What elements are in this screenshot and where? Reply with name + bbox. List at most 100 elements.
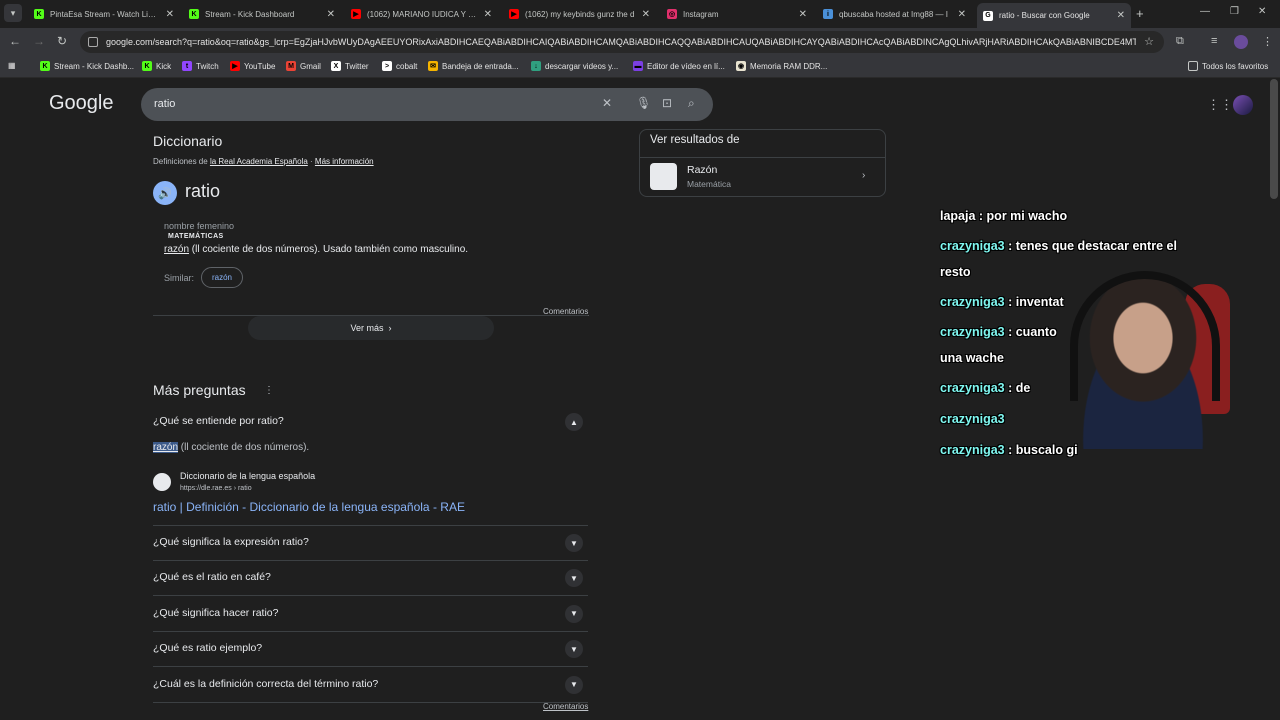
bookmark-favicon-icon: ↓ — [531, 61, 541, 71]
google-logo[interactable]: Google — [49, 92, 114, 115]
voice-search-icon[interactable]: 🎙 — [636, 96, 651, 110]
bookmark-item[interactable]: K Kick — [142, 61, 171, 71]
browser-tab[interactable]: ◎ Instagram ✕ — [661, 3, 813, 25]
answer-source-name[interactable]: Diccionario de la lengua española — [180, 471, 315, 481]
browser-tab[interactable]: ▶ (1062) MARIANO IUDICA Y LA ✕ — [345, 3, 498, 25]
chat-username: crazyniga3 — [940, 412, 1005, 426]
chat-text: una wache — [940, 351, 1004, 365]
close-tab-icon[interactable]: ✕ — [799, 9, 807, 20]
paa-question[interactable]: ¿Qué significa hacer ratio? ▼ — [153, 597, 588, 632]
bookmark-item[interactable]: ◉ Memoria RAM DDR... — [736, 61, 827, 71]
lens-icon[interactable]: ⊡ — [662, 96, 672, 110]
close-tab-icon[interactable]: ✕ — [327, 9, 335, 20]
browser-tab[interactable]: Gratio - Buscar con Google ✕ — [977, 3, 1131, 28]
paa-question[interactable]: ¿Qué es ratio ejemplo? ▼ — [153, 632, 588, 668]
chevron-right-icon[interactable]: › — [862, 170, 865, 181]
media-controls-icon[interactable]: ≡ — [1211, 35, 1217, 47]
bookmark-label: Twitch — [196, 61, 219, 71]
tab-favicon-icon: ▶ — [351, 9, 361, 19]
search-box[interactable]: ratio ✕ 🎙 ⊡ ⌕ — [141, 88, 713, 121]
browser-tab[interactable]: K Stream - Kick Dashboard ✕ — [183, 3, 341, 25]
profile-avatar[interactable] — [1234, 35, 1248, 49]
tab-favicon-icon: K — [189, 9, 199, 19]
bookmark-item[interactable]: ▶ YouTube — [230, 61, 275, 71]
bookmark-item[interactable]: ▬ Editor de vídeo en lí... — [633, 61, 725, 71]
definition-link[interactable]: razón — [164, 244, 189, 255]
more-info-link[interactable]: Más información — [315, 157, 374, 166]
answer-source-link[interactable]: ratio | Definición - Diccionario de la l… — [153, 500, 465, 514]
tab-search-menu-icon[interactable]: ▾ — [4, 4, 22, 22]
bookmark-item[interactable]: M Gmail — [286, 61, 321, 71]
close-tab-icon[interactable]: ✕ — [166, 9, 174, 20]
restore-icon[interactable]: ❐ — [1230, 6, 1239, 17]
bookmark-favicon-icon: ◉ — [736, 61, 746, 71]
reload-icon[interactable]: ↻ — [57, 34, 67, 48]
chevron-down-icon[interactable]: ▼ — [565, 534, 583, 552]
minimize-icon[interactable]: — — [1200, 6, 1210, 17]
url-text[interactable]: google.com/search?q=ratio&oq=ratio&gs_lc… — [106, 37, 1136, 47]
chat-username: crazyniga3 — [940, 381, 1005, 395]
browser-tab[interactable]: K PintaEsa Stream - Watch Live o ✕ — [28, 3, 180, 25]
chevron-down-icon[interactable]: ▼ — [565, 640, 583, 659]
paa-title: Más preguntas — [153, 382, 246, 398]
search-input[interactable]: ratio — [154, 98, 175, 110]
site-info-icon[interactable] — [88, 37, 98, 47]
bookmark-item[interactable]: ✉ Bandeja de entrada... — [428, 61, 519, 71]
chevron-down-icon[interactable]: ▼ — [565, 675, 583, 694]
address-bar[interactable]: google.com/search?q=ratio&oq=ratio&gs_lc… — [80, 31, 1164, 53]
new-tab-button[interactable]: + — [1136, 6, 1144, 21]
forward-icon[interactable]: → — [33, 34, 45, 48]
answer-source-url[interactable]: https://dle.rae.es › ratio — [180, 485, 252, 492]
paa-question-label: ¿Qué se entiende por ratio? — [153, 415, 284, 427]
razon-thumbnail[interactable] — [650, 163, 677, 190]
speaker-icon[interactable]: 🔊 — [153, 181, 177, 205]
browser-tab[interactable]: ▶ (1062) my keybinds gunz the d ✕ — [503, 3, 656, 25]
close-window-icon[interactable]: ✕ — [1258, 6, 1266, 17]
paa-open-question[interactable]: ¿Qué se entiende por ratio? ▲ — [153, 405, 588, 440]
chat-username: crazyniga3 — [940, 295, 1005, 309]
answer-highlight[interactable]: razón — [153, 442, 179, 453]
razon-name[interactable]: Razón — [687, 164, 717, 176]
scrollbar[interactable] — [1270, 79, 1278, 199]
rae-link[interactable]: la Real Academia Española — [210, 157, 308, 166]
back-icon[interactable]: ← — [9, 34, 21, 48]
paa-question-label: ¿Qué es el ratio en café? — [153, 571, 271, 584]
bookmark-star-icon[interactable]: ☆ — [1144, 35, 1154, 48]
bookmark-item[interactable]: K Stream - Kick Dashb... — [40, 61, 134, 71]
more-options-icon[interactable]: ⋮ — [264, 385, 274, 396]
close-tab-icon[interactable]: ✕ — [1117, 10, 1125, 21]
source-separator: · — [310, 157, 313, 166]
clear-icon[interactable]: ✕ — [602, 96, 612, 110]
close-tab-icon[interactable]: ✕ — [642, 9, 650, 20]
bookmark-item[interactable]: > cobalt — [382, 61, 417, 71]
similar-chip[interactable]: razón — [201, 267, 243, 288]
paa-question[interactable]: ¿Qué es el ratio en café? ▼ — [153, 561, 588, 597]
chat-message: crazyniga3 : cuanto — [940, 325, 1057, 339]
apps-grid-icon[interactable]: ▦ — [8, 61, 16, 70]
bookmark-item[interactable]: X Twitter — [331, 61, 369, 71]
menu-icon[interactable]: ⋮ — [1262, 35, 1273, 48]
browser-tab[interactable]: i qbuscaba hosted at Img88 — I ✕ — [817, 3, 972, 25]
similar-label: Similar: — [164, 273, 195, 283]
google-results-page: Google ratio ✕ 🎙 ⊡ ⌕ ⋮⋮ Diccionario Defi… — [0, 79, 1280, 720]
chevron-down-icon[interactable]: ▼ — [565, 604, 583, 623]
close-tab-icon[interactable]: ✕ — [958, 9, 966, 20]
paa-question[interactable]: ¿Cuál es la definición correcta del térm… — [153, 668, 588, 703]
field-label: MATEMÁTICAS — [168, 233, 224, 240]
dictionary-title: Diccionario — [153, 133, 223, 149]
chevron-down-icon[interactable]: ▼ — [565, 569, 583, 588]
close-tab-icon[interactable]: ✕ — [484, 9, 492, 20]
bookmark-item[interactable]: t Twitch — [182, 61, 219, 71]
chevron-up-icon[interactable]: ▲ — [565, 413, 583, 431]
paa-question[interactable]: ¿Qué significa la expresión ratio? ▼ — [153, 526, 588, 561]
bookmark-item[interactable]: ↓ descargar videos y... — [531, 61, 618, 71]
account-avatar[interactable] — [1233, 95, 1253, 115]
paa-feedback-link[interactable]: Comentarios — [543, 702, 588, 711]
google-apps-icon[interactable]: ⋮⋮ — [1207, 97, 1233, 113]
extensions-icon[interactable]: ⧉ — [1176, 35, 1184, 48]
see-more-button[interactable]: Ver más › — [248, 316, 494, 340]
all-bookmarks-folder[interactable]: Todos los favoritos — [1188, 61, 1268, 71]
rae-logo-icon — [153, 473, 171, 491]
dictionary-source: Definiciones de la Real Academia Español… — [153, 157, 374, 166]
search-icon[interactable]: ⌕ — [688, 96, 695, 111]
